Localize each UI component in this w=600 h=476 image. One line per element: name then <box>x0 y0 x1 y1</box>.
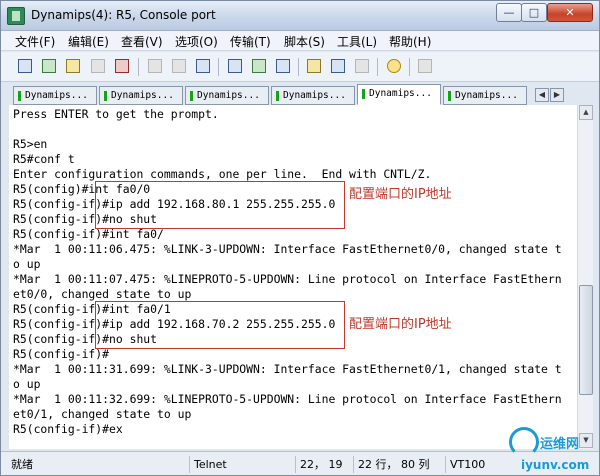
connected-indicator-icon <box>362 89 365 99</box>
console-line: *Mar 1 00:11:06.475: %LINK-3-UPDOWN: Int… <box>13 242 562 256</box>
app-icon <box>7 7 25 25</box>
console-line: *Mar 1 00:11:32.699: %LINEPROTO-5-UPDOWN… <box>13 392 562 406</box>
menu-bar: 文件(F) 编辑(E) 查看(V) 选项(O) 传输(T) 脚本(S) 工具(L… <box>1 31 599 51</box>
vertical-scrollbar[interactable]: ▲ ▼ <box>577 105 593 449</box>
toolbar-separator <box>409 58 410 76</box>
print-setup-icon[interactable] <box>225 56 245 76</box>
menu-edit[interactable]: 编辑(E) <box>68 33 109 50</box>
scroll-thumb[interactable] <box>579 285 593 395</box>
console-line: R5(config-if)#ex <box>13 422 123 436</box>
tab-session-3[interactable]: Dynamips... <box>185 86 269 105</box>
tab-session-2[interactable]: Dynamips... <box>99 86 183 105</box>
menu-help[interactable]: 帮助(H) <box>389 33 431 50</box>
watermark-logo-icon <box>509 427 539 457</box>
keymap-icon[interactable] <box>352 56 372 76</box>
status-cursor: 22， 19 <box>295 456 351 473</box>
reconnect-icon[interactable] <box>88 56 108 76</box>
console-line: R5(config-if)#int fa0/ <box>13 227 164 241</box>
console-line: Enter configuration commands, one per li… <box>13 167 432 181</box>
toolbar-separator <box>218 58 219 76</box>
console-line: *Mar 1 00:11:31.699: %LINK-3-UPDOWN: Int… <box>13 362 562 376</box>
close-button[interactable]: ✕ <box>547 3 593 22</box>
help-icon[interactable] <box>384 56 404 76</box>
menu-options[interactable]: 选项(O) <box>175 33 218 50</box>
disconnect-icon[interactable] <box>112 56 132 76</box>
session-options-icon[interactable] <box>304 56 324 76</box>
maximize-button[interactable]: □ <box>521 3 547 22</box>
session-tab-bar: Dynamips... Dynamips... Dynamips... Dyna… <box>1 83 599 105</box>
status-protocol: Telnet <box>189 456 293 473</box>
connected-indicator-icon <box>18 91 21 101</box>
console-line: Press ENTER to get the prompt. <box>13 107 219 121</box>
print-icon[interactable] <box>249 56 269 76</box>
connected-indicator-icon <box>276 91 279 101</box>
console-line: R5#conf t <box>13 152 75 166</box>
menu-tools[interactable]: 工具(L) <box>337 33 377 50</box>
status-terminal: VT100 <box>445 456 505 473</box>
tab-session-5[interactable]: Dynamips... <box>357 84 441 105</box>
tab-session-1[interactable]: Dynamips... <box>13 86 97 105</box>
status-ready: 就绪 <box>11 458 33 471</box>
menu-transfer[interactable]: 传输(T) <box>230 33 271 50</box>
tab-scroll-left-icon[interactable]: ◀ <box>535 88 549 102</box>
console-line: o up <box>13 257 41 271</box>
title-bar[interactable]: Dynamips(4): R5, Console port — □ ✕ <box>1 1 599 31</box>
status-size: 22 行， 80 列 <box>353 456 443 473</box>
annotation-label: 配置端口的IP地址 <box>349 187 452 202</box>
console-line: *Mar 1 00:11:07.475: %LINEPROTO-5-UPDOWN… <box>13 272 562 286</box>
scroll-up-icon[interactable]: ▲ <box>579 105 593 120</box>
print-screen-icon[interactable] <box>273 56 293 76</box>
connected-indicator-icon <box>448 91 451 101</box>
app-window: Dynamips(4): R5, Console port — □ ✕ 文件(F… <box>0 0 600 476</box>
copy-icon[interactable] <box>145 56 165 76</box>
quick-connect-icon[interactable] <box>39 56 59 76</box>
toolbar <box>1 52 599 82</box>
connect-tab-icon[interactable] <box>63 56 83 76</box>
minimize-button[interactable]: — <box>496 3 522 22</box>
annotation-box <box>95 181 345 229</box>
global-options-icon[interactable] <box>328 56 348 76</box>
connected-indicator-icon <box>190 91 193 101</box>
annotation-label: 配置端口的IP地址 <box>349 317 452 332</box>
toolbar-separator <box>138 58 139 76</box>
annotation-box <box>95 301 345 349</box>
scroll-down-icon[interactable]: ▼ <box>579 433 593 448</box>
toolbar-separator <box>377 58 378 76</box>
console-line: R5(config-if)# <box>13 347 110 361</box>
toolbar-separator <box>298 58 299 76</box>
tab-session-4[interactable]: Dynamips... <box>271 86 355 105</box>
console-line: R5>en <box>13 137 48 151</box>
watermark-url: iyunv.com <box>521 458 590 472</box>
connect-icon[interactable] <box>15 56 35 76</box>
find-icon[interactable] <box>193 56 213 76</box>
terminal-console[interactable]: Press ENTER to get the prompt. R5>en R5#… <box>9 105 577 449</box>
status-bar: 就绪 Telnet 22， 19 22 行， 80 列 VT100 <box>1 451 599 475</box>
dim-icon[interactable] <box>415 56 435 76</box>
paste-icon[interactable] <box>169 56 189 76</box>
connected-indicator-icon <box>104 91 107 101</box>
tab-session-6[interactable]: Dynamips... <box>443 86 527 105</box>
console-line: et0/0, changed state to up <box>13 287 192 301</box>
window-title: Dynamips(4): R5, Console port <box>31 8 216 22</box>
menu-file[interactable]: 文件(F) <box>15 33 55 50</box>
tab-scroll-right-icon[interactable]: ▶ <box>550 88 564 102</box>
watermark-name: 运维网 <box>540 437 580 452</box>
menu-view[interactable]: 查看(V) <box>121 33 163 50</box>
menu-script[interactable]: 脚本(S) <box>284 33 325 50</box>
console-line: o up <box>13 377 41 391</box>
console-line: et0/1, changed state to up <box>13 407 192 421</box>
